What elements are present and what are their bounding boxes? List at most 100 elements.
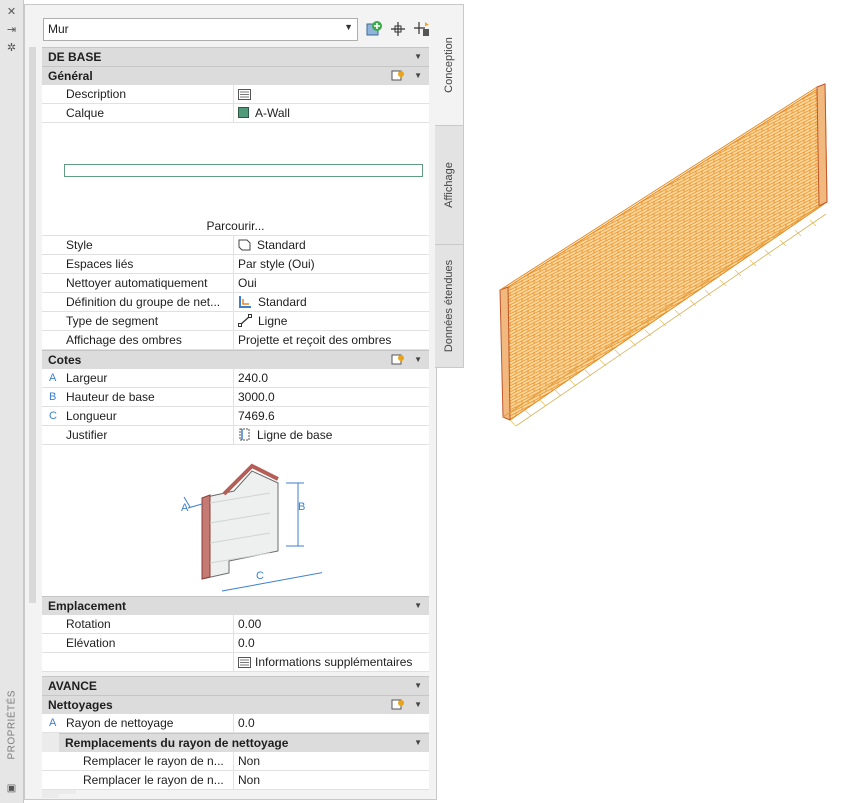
section-title: Nettoyages: [48, 698, 113, 712]
dimension-mark: A: [49, 717, 57, 729]
quick-properties-icon[interactable]: [391, 353, 405, 366]
list-icon: [238, 657, 251, 668]
tab-affichage[interactable]: Affichage: [435, 125, 464, 245]
dimension-mark: C: [49, 410, 57, 422]
prop-value[interactable]: Par style (Oui): [233, 255, 432, 273]
prop-label: Rotation: [66, 617, 111, 631]
prop-row-override-1[interactable]: Remplacer le rayon de n... Non: [42, 752, 429, 771]
auto-hide-icon[interactable]: ⇥: [5, 24, 18, 37]
prop-label: Largeur: [66, 371, 108, 385]
prop-row-longueur[interactable]: C Longueur 7469.6: [42, 407, 429, 426]
dimension-mark: A: [49, 372, 57, 384]
prop-label: Remplacer le rayon de n...: [83, 773, 224, 787]
prop-row-elevation[interactable]: Elévation 0.0: [42, 634, 429, 653]
tab-label: Données étendues: [443, 259, 455, 353]
layer-color-swatch-icon: [238, 107, 249, 118]
calque-value[interactable]: A-Wall: [233, 104, 432, 122]
section-nettoyages[interactable]: Nettoyages ▼: [42, 695, 429, 714]
prop-value[interactable]: 3000.0: [233, 388, 432, 406]
prop-label: Affichage des ombres: [66, 333, 182, 347]
prop-value[interactable]: Oui: [233, 274, 432, 292]
justifier-text: Ligne de base: [257, 428, 333, 442]
groupe-value[interactable]: Standard: [233, 293, 432, 311]
layer-preview-bar: [64, 164, 423, 177]
prop-row-extra-info[interactable]: Informations supplémentaires: [42, 653, 429, 672]
segment-value[interactable]: Ligne: [233, 312, 432, 330]
prop-value[interactable]: 7469.6: [233, 407, 432, 425]
diagram-label-c: C: [256, 570, 264, 582]
section-emplacement[interactable]: Emplacement ▼: [42, 596, 429, 615]
groupe-text: Standard: [258, 295, 307, 309]
palette-title: PROPRIÉTÉS: [6, 690, 18, 760]
section-general[interactable]: Général ▼: [42, 66, 429, 85]
chevron-down-icon: ▼: [414, 601, 422, 610]
prop-label: Remplacer le rayon de n...: [83, 754, 224, 768]
property-grid: DE BASE ▼ Général ▼ Description Calque A…: [24, 4, 435, 798]
prop-value[interactable]: 0.0: [233, 714, 432, 732]
layer-preview-block: Parcourir...: [42, 123, 429, 236]
section-title: Emplacement: [48, 599, 127, 613]
justifier-value[interactable]: Ligne de base: [233, 426, 432, 444]
wall-dimension-diagram: [183, 463, 322, 592]
close-icon[interactable]: ✕: [5, 6, 18, 19]
browse-link[interactable]: Parcourir...: [42, 219, 429, 233]
section-title: Général: [48, 69, 93, 83]
section-avance[interactable]: AVANCE ▼: [42, 676, 429, 695]
segment-text: Ligne: [258, 314, 288, 328]
prop-value[interactable]: 0.0: [233, 634, 432, 652]
prop-row-justifier[interactable]: Justifier Ligne de base: [42, 426, 429, 445]
section-title: Remplacements du rayon de nettoyage: [65, 736, 289, 750]
prop-row-espaces-lies[interactable]: Espaces liés Par style (Oui): [42, 255, 429, 274]
gear-icon[interactable]: ✲: [5, 42, 18, 55]
wall-3d-view[interactable]: [495, 72, 845, 432]
prop-row-type-segment[interactable]: Type de segment Ligne: [42, 312, 429, 331]
section-title: Cotes: [48, 353, 82, 367]
prop-label: Nettoyer automatiquement: [66, 276, 208, 290]
prop-row-calque[interactable]: Calque A-Wall: [42, 104, 429, 123]
prop-row-rotation[interactable]: Rotation 0.00: [42, 615, 429, 634]
quick-properties-icon[interactable]: [391, 69, 405, 82]
description-value[interactable]: [233, 85, 432, 103]
prop-label: Description: [66, 87, 127, 101]
extra-info-button[interactable]: Informations supplémentaires: [233, 653, 432, 671]
tab-conception[interactable]: Conception: [435, 4, 464, 126]
prop-value[interactable]: Projette et reçoit des ombres: [233, 331, 432, 349]
prop-label: Style: [66, 238, 93, 252]
chevron-down-icon: ▼: [414, 355, 422, 364]
prop-value[interactable]: 240.0: [233, 369, 432, 387]
prop-row-largeur[interactable]: A Largeur 240.0: [42, 369, 429, 388]
prop-row-nettoyer[interactable]: Nettoyer automatiquement Oui: [42, 274, 429, 293]
prop-row-style[interactable]: Style Standard: [42, 236, 429, 255]
prop-label: Longueur: [66, 409, 117, 423]
prop-value[interactable]: Non: [233, 771, 432, 789]
prop-label: Justifier: [66, 428, 108, 442]
chevron-down-icon: ▼: [414, 71, 422, 80]
chevron-down-icon: ▼: [414, 681, 422, 690]
wall-style-icon: [238, 239, 251, 251]
prop-label: Rayon de nettoyage: [66, 716, 174, 730]
section-title: AVANCE: [48, 679, 97, 693]
quick-properties-icon[interactable]: [391, 698, 405, 711]
tab-donnees-etendues[interactable]: Données étendues: [435, 244, 464, 368]
palette-strip: ✕ ⇥ ✲ PROPRIÉTÉS ▣: [0, 0, 24, 803]
prop-value[interactable]: Non: [233, 752, 432, 770]
prop-row-groupe-nettoyage[interactable]: Définition du groupe de net... Standard: [42, 293, 429, 312]
diagram-label-a: A: [181, 502, 189, 514]
section-de-base[interactable]: DE BASE ▼: [42, 47, 429, 66]
section-remplacements[interactable]: Remplacements du rayon de nettoyage ▼: [59, 733, 429, 752]
prop-row-ombres[interactable]: Affichage des ombres Projette et reçoit …: [42, 331, 429, 350]
prop-label: Espaces liés: [66, 257, 134, 271]
style-value[interactable]: Standard: [233, 236, 432, 254]
list-icon: [238, 89, 251, 100]
prop-row-override-2[interactable]: Remplacer le rayon de n... Non: [42, 771, 429, 790]
section-cotes[interactable]: Cotes ▼: [42, 350, 429, 369]
justify-baseline-icon: [239, 428, 250, 441]
tab-label: Affichage: [443, 162, 455, 208]
prop-row-hauteur[interactable]: B Hauteur de base 3000.0: [42, 388, 429, 407]
prop-row-description[interactable]: Description: [42, 85, 429, 104]
prop-label: Définition du groupe de net...: [66, 295, 221, 309]
section-title: DE BASE: [48, 50, 102, 64]
prop-row-rayon-nettoyage[interactable]: A Rayon de nettoyage 0.0: [42, 714, 429, 733]
prop-value[interactable]: 0.00: [233, 615, 432, 633]
palette-menu-icon[interactable]: ▣: [5, 782, 18, 795]
